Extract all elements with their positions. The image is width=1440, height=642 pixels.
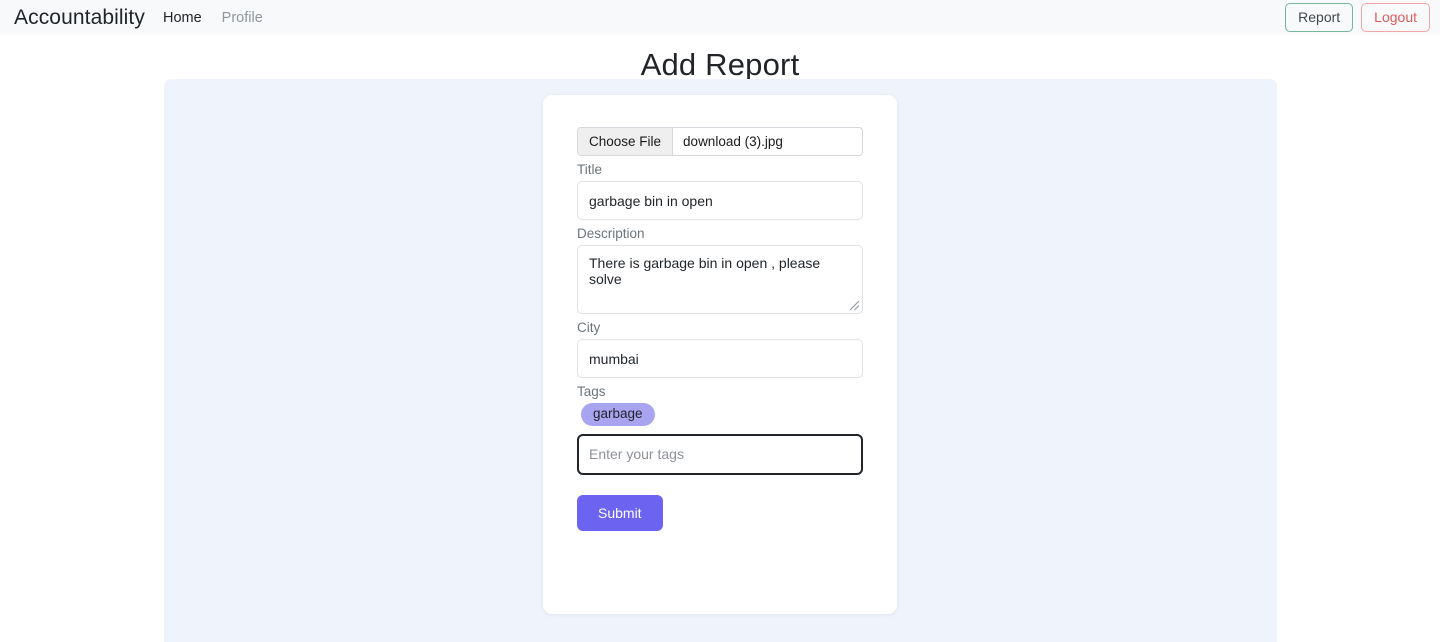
city-label: City: [577, 320, 601, 335]
city-input[interactable]: [577, 339, 863, 378]
nav-link-profile[interactable]: Profile: [222, 10, 263, 26]
report-button[interactable]: Report: [1285, 2, 1354, 33]
choose-file-button[interactable]: Choose File: [578, 128, 674, 155]
tag-chip[interactable]: garbage: [581, 403, 655, 426]
nav-links: Home Profile: [163, 10, 263, 26]
add-report-form: Choose File download (3).jpg Title Descr…: [543, 95, 897, 531]
logout-button[interactable]: Logout: [1361, 2, 1430, 33]
description-wrapper: There is garbage bin in open , please so…: [577, 245, 863, 314]
tag-list: garbage: [581, 403, 863, 426]
tags-label: Tags: [577, 384, 606, 399]
description-label: Description: [577, 226, 645, 241]
submit-button[interactable]: Submit: [577, 494, 663, 531]
description-input[interactable]: There is garbage bin in open , please so…: [577, 245, 863, 314]
file-input-row[interactable]: Choose File download (3).jpg: [577, 127, 863, 156]
brand-title[interactable]: Accountability: [14, 6, 145, 30]
page-title: Add Report: [640, 47, 800, 82]
selected-file-name: download (3).jpg: [683, 134, 783, 149]
navbar: Accountability Home Profile Report Logou…: [0, 0, 1440, 35]
nav-link-home[interactable]: Home: [163, 10, 202, 26]
title-input[interactable]: [577, 181, 863, 220]
title-label: Title: [577, 162, 603, 177]
tags-input[interactable]: [577, 433, 863, 475]
content-panel: Choose File download (3).jpg Title Descr…: [164, 79, 1277, 642]
add-report-card: Choose File download (3).jpg Title Descr…: [543, 95, 897, 614]
navbar-actions: Report Logout: [1285, 2, 1430, 33]
